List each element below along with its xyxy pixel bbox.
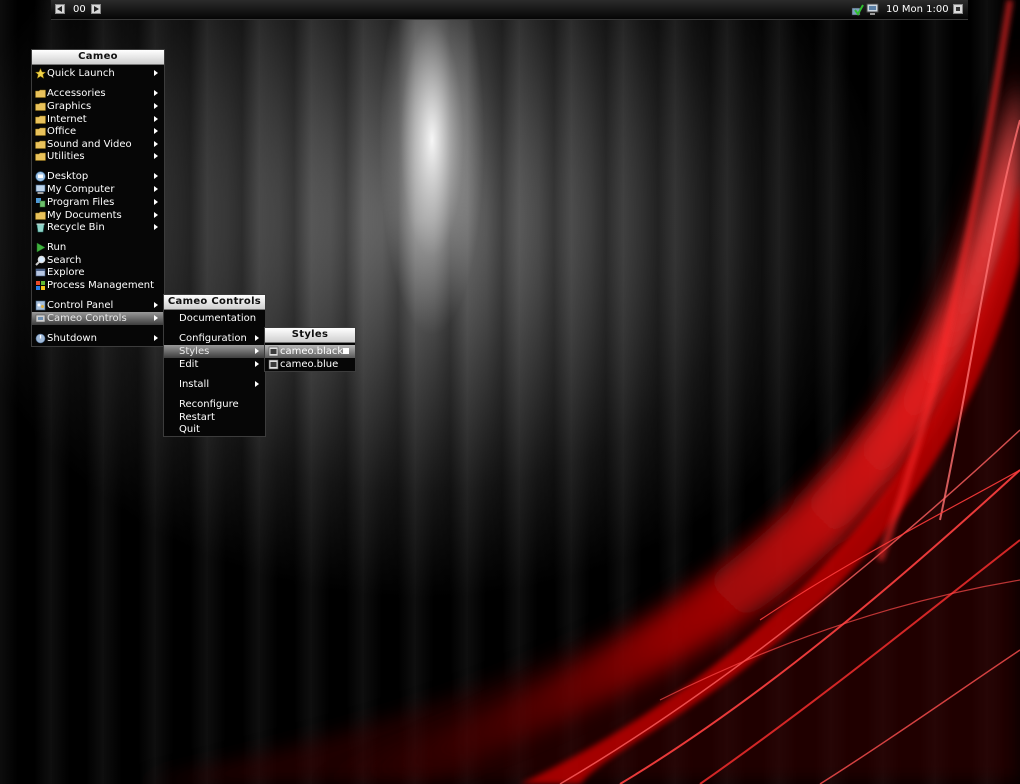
submenu-arrow-icon xyxy=(154,128,158,134)
submenu-arrow-icon xyxy=(255,361,259,367)
menu-item-process-management[interactable]: Process Management xyxy=(32,279,164,292)
submenu-arrow-icon xyxy=(154,186,158,192)
clock: 10 Mon 1:00 xyxy=(886,4,949,15)
workspace-label[interactable]: 00 xyxy=(73,4,86,15)
submenu-arrow-icon xyxy=(154,141,158,147)
menu-title: Cameo xyxy=(32,50,164,65)
folder-icon xyxy=(35,114,46,125)
menu-item-accessories[interactable]: Accessories xyxy=(32,87,164,100)
prev-arrow-icon[interactable] xyxy=(55,4,65,14)
submenu-arrow-icon xyxy=(154,173,158,179)
computer-icon xyxy=(35,184,46,195)
network-check-icon[interactable] xyxy=(851,3,864,16)
menu-item-configuration[interactable]: Configuration xyxy=(164,332,265,345)
play-icon xyxy=(35,242,46,253)
menu-item-install[interactable]: Install xyxy=(164,378,265,391)
folder-icon xyxy=(35,151,46,162)
menu-item-reconfigure[interactable]: Reconfigure xyxy=(164,398,265,411)
styles-submenu: Styles cameo.black cameo.blue xyxy=(264,327,356,372)
menu-item-cameo-blue[interactable]: cameo.blue xyxy=(265,358,355,371)
submenu-arrow-icon xyxy=(154,224,158,230)
menu-item-quick-launch[interactable]: Quick Launch xyxy=(32,67,164,80)
menu-item-quit[interactable]: Quit xyxy=(164,423,265,436)
submenu-arrow-icon xyxy=(154,199,158,205)
menu-item-my-computer[interactable]: My Computer xyxy=(32,183,164,196)
menu-item-cameo-black[interactable]: cameo.black xyxy=(265,345,355,358)
windows-icon xyxy=(35,280,46,291)
menu-item-cameo-controls[interactable]: Cameo Controls xyxy=(32,312,164,325)
menu-item-graphics[interactable]: Graphics xyxy=(32,100,164,113)
menu-item-office[interactable]: Office xyxy=(32,125,164,138)
submenu-arrow-icon xyxy=(255,335,259,341)
menu-item-recycle-bin[interactable]: Recycle Bin xyxy=(32,221,164,234)
submenu-arrow-icon xyxy=(154,212,158,218)
submenu-arrow-icon xyxy=(255,348,259,354)
menu-item-control-panel[interactable]: Control Panel xyxy=(32,299,164,312)
cameo-icon xyxy=(35,313,46,324)
control-panel-icon xyxy=(35,300,46,311)
submenu-arrow-icon xyxy=(154,153,158,159)
submenu-title: Styles xyxy=(265,328,355,343)
recycle-bin-icon xyxy=(35,222,46,233)
main-menu: Cameo Quick Launch Accessories Graphics … xyxy=(31,49,165,347)
submenu-arrow-icon xyxy=(154,90,158,96)
menu-item-documentation[interactable]: Documentation xyxy=(164,312,265,325)
menu-item-utilities[interactable]: Utilities xyxy=(32,150,164,163)
submenu-arrow-icon xyxy=(154,116,158,122)
folder-icon xyxy=(35,126,46,137)
next-arrow-icon[interactable] xyxy=(91,4,101,14)
submenu-arrow-icon xyxy=(154,335,158,341)
menu-item-run[interactable]: Run xyxy=(32,241,164,254)
style-file-icon xyxy=(268,359,279,370)
cameo-controls-submenu: Cameo Controls Documentation Configurati… xyxy=(163,294,266,437)
submenu-arrow-icon xyxy=(154,302,158,308)
menu-item-edit[interactable]: Edit xyxy=(164,358,265,371)
submenu-title: Cameo Controls xyxy=(164,295,265,310)
program-files-icon xyxy=(35,197,46,208)
submenu-arrow-icon xyxy=(255,381,259,387)
menu-item-desktop[interactable]: Desktop xyxy=(32,170,164,183)
selected-check-icon xyxy=(343,348,349,354)
close-icon[interactable] xyxy=(953,4,963,14)
folder-icon xyxy=(35,88,46,99)
explore-icon xyxy=(35,267,46,278)
power-icon xyxy=(35,333,46,344)
submenu-arrow-icon xyxy=(154,315,158,321)
folder-icon xyxy=(35,210,46,221)
menu-item-styles[interactable]: Styles xyxy=(164,345,265,358)
menu-item-explore[interactable]: Explore xyxy=(32,266,164,279)
submenu-arrow-icon xyxy=(154,103,158,109)
top-panel: 00 10 Mon 1:00 xyxy=(51,0,968,20)
folder-icon xyxy=(35,101,46,112)
desktop-icon xyxy=(35,171,46,182)
magnifier-icon xyxy=(35,255,46,266)
star-icon xyxy=(34,67,47,79)
menu-item-shutdown[interactable]: Shutdown xyxy=(32,332,164,345)
folder-icon xyxy=(35,139,46,150)
monitor-icon[interactable] xyxy=(866,3,879,16)
submenu-arrow-icon xyxy=(154,70,158,76)
menu-item-program-files[interactable]: Program Files xyxy=(32,196,164,209)
style-file-icon xyxy=(268,346,279,357)
